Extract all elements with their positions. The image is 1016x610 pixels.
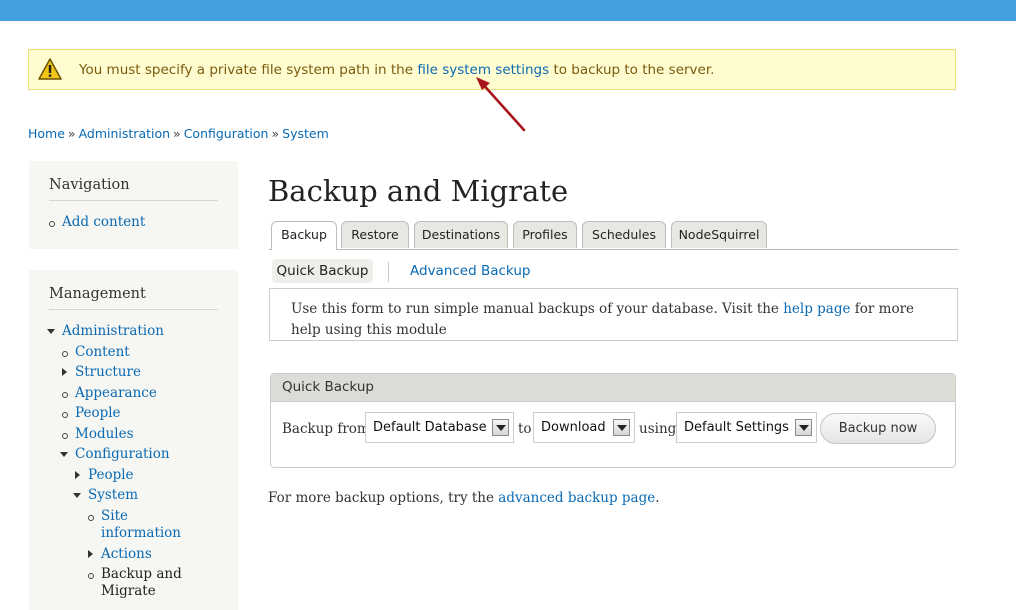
tab-profiles[interactable]: Profiles <box>513 221 577 248</box>
sidebar-item-site-information[interactable]: Site <box>101 508 128 525</box>
bullet-icon <box>49 221 55 227</box>
management-block: Management Administration Content Struct… <box>29 270 238 610</box>
sidebar-item-modules[interactable]: Modules <box>75 426 134 443</box>
sidebar-item-structure[interactable]: Structure <box>75 364 141 381</box>
collapsed-icon[interactable] <box>88 550 93 558</box>
breadcrumb-administration[interactable]: Administration <box>79 126 170 141</box>
intro-text-before: Use this form to run simple manual backu… <box>291 301 779 317</box>
breadcrumb-separator: » <box>67 126 76 141</box>
sidebar-item-add-content[interactable]: Add content <box>62 214 145 231</box>
breadcrumb-system[interactable]: System <box>282 126 329 141</box>
subtab-divider <box>388 262 389 282</box>
profile-select-value: Default Settings <box>684 420 789 435</box>
breadcrumb-home[interactable]: Home <box>28 126 65 141</box>
breadcrumb-separator: » <box>271 126 280 141</box>
sidebar-item-system[interactable]: System <box>88 487 138 504</box>
subtab-quick-backup[interactable]: Quick Backup <box>272 259 373 283</box>
help-page-link[interactable]: help page <box>783 301 850 317</box>
sidebar-item-configuration[interactable]: Configuration <box>75 446 170 463</box>
quick-backup-fieldset: Quick Backup Backup from Default Databas… <box>270 373 956 468</box>
backup-now-button[interactable]: Backup now <box>820 413 936 444</box>
sidebar-item-site-information-cont[interactable]: information <box>101 525 181 542</box>
tab-backup[interactable]: Backup <box>271 221 337 250</box>
top-bar <box>0 0 1016 21</box>
more-text-after: . <box>655 490 660 506</box>
warning-icon <box>38 58 62 80</box>
breadcrumb-configuration[interactable]: Configuration <box>184 126 269 141</box>
sidebar-item-backup-and-migrate: Backup and <box>101 566 182 582</box>
expanded-icon[interactable] <box>60 452 68 457</box>
using-label: using <box>639 421 677 437</box>
expanded-icon[interactable] <box>47 329 55 334</box>
breadcrumb-separator: » <box>173 126 181 141</box>
page-title: Backup and Migrate <box>268 174 569 208</box>
quick-backup-form: Backup from Default Database to Download… <box>271 411 957 446</box>
subtab-advanced-backup[interactable]: Advanced Backup <box>410 259 530 283</box>
navigation-block: Navigation Add content <box>29 161 238 249</box>
dropdown-arrow-icon[interactable] <box>613 419 630 436</box>
destination-select-value: Download <box>541 420 606 435</box>
intro-message: Use this form to run simple manual backu… <box>269 288 958 341</box>
profile-select[interactable]: Default Settings <box>676 412 817 443</box>
bullet-icon <box>62 433 68 439</box>
secondary-tabs: Quick Backup Advanced Backup <box>272 259 672 285</box>
destination-select[interactable]: Download <box>533 412 635 443</box>
tab-restore[interactable]: Restore <box>341 221 409 248</box>
bullet-icon <box>88 515 94 521</box>
sidebar-item-content[interactable]: Content <box>75 344 130 361</box>
sidebar-item-appearance[interactable]: Appearance <box>75 385 157 402</box>
warning-text-after: to backup to the server. <box>553 62 715 78</box>
sidebar-item-administration[interactable]: Administration <box>62 323 164 340</box>
sidebar-item-people[interactable]: People <box>75 405 121 422</box>
sidebar-item-actions[interactable]: Actions <box>101 546 152 563</box>
management-title: Management <box>49 286 218 310</box>
dropdown-arrow-icon[interactable] <box>795 419 812 436</box>
sidebar-item-backup-and-migrate-cont: Migrate <box>101 583 156 599</box>
primary-tabs: Backup Restore Destinations Profiles Sch… <box>269 221 958 250</box>
annotation-arrow-icon <box>476 77 526 132</box>
tab-nodesquirrel[interactable]: NodeSquirrel <box>671 221 767 248</box>
navigation-title: Navigation <box>49 177 218 201</box>
tab-destinations[interactable]: Destinations <box>414 221 508 248</box>
breadcrumb: Home» Administration» Configuration» System <box>28 126 329 141</box>
sidebar-item-config-people[interactable]: People <box>88 467 134 484</box>
backup-from-label: Backup from <box>282 421 370 437</box>
bullet-icon <box>62 351 68 357</box>
warning-text-before: You must specify a private file system p… <box>79 62 414 78</box>
advanced-backup-page-link[interactable]: advanced backup page <box>498 490 655 506</box>
collapsed-icon[interactable] <box>75 471 80 479</box>
bullet-icon <box>88 573 94 579</box>
more-text-before: For more backup options, try the <box>268 490 494 506</box>
source-select[interactable]: Default Database <box>365 412 514 443</box>
dropdown-arrow-icon[interactable] <box>492 419 509 436</box>
source-select-value: Default Database <box>373 420 487 435</box>
collapsed-icon[interactable] <box>62 368 67 376</box>
bullet-icon <box>62 412 68 418</box>
quick-backup-legend: Quick Backup <box>271 374 955 402</box>
tab-schedules[interactable]: Schedules <box>582 221 666 248</box>
bullet-icon <box>62 392 68 398</box>
to-label: to <box>518 421 532 437</box>
expanded-icon[interactable] <box>73 493 81 498</box>
more-options-text: For more backup options, try the advance… <box>268 490 660 506</box>
